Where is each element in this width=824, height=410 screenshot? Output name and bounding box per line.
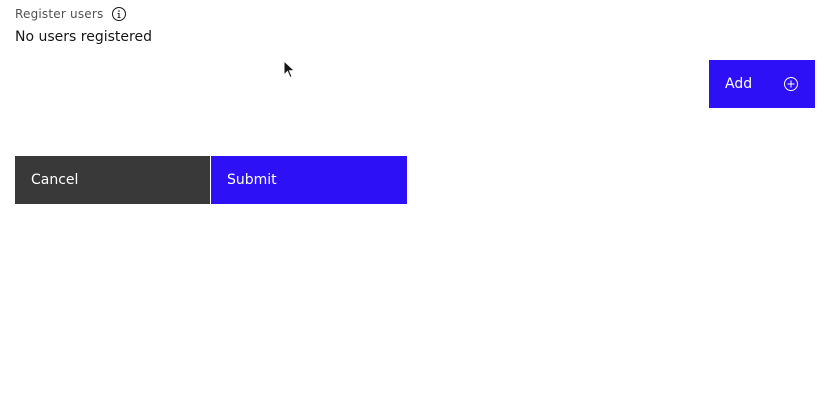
submit-button[interactable]: Submit <box>211 156 407 204</box>
add-circle-icon <box>783 76 799 92</box>
cancel-button[interactable]: Cancel <box>15 156 210 204</box>
cancel-button-label: Cancel <box>31 172 79 188</box>
mouse-pointer-icon <box>283 59 297 80</box>
info-icon[interactable] <box>111 6 127 22</box>
no-users-message: No users registered <box>15 29 152 45</box>
register-users-label-row: Register users <box>15 6 127 22</box>
add-user-button[interactable]: Add <box>709 60 815 108</box>
submit-button-label: Submit <box>227 172 277 188</box>
register-users-label: Register users <box>15 7 104 21</box>
add-button-label: Add <box>725 76 753 92</box>
